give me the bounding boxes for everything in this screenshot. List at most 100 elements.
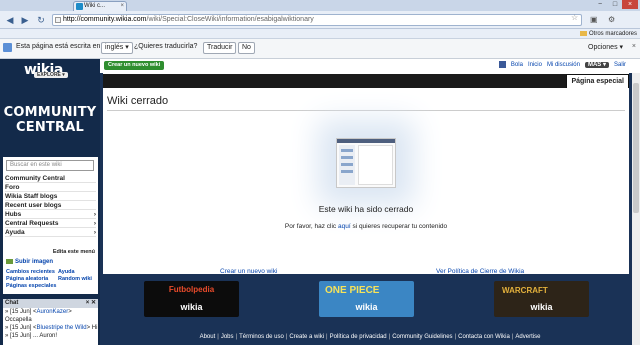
- page: wikia EXPLORE ▾ COMMUNITY CENTRAL Buscar…: [0, 59, 640, 345]
- translate-button[interactable]: Traducir: [203, 42, 237, 54]
- random-page-link[interactable]: Página aleatoria: [6, 276, 58, 283]
- help-link[interactable]: Ayuda: [58, 269, 94, 276]
- logout-link[interactable]: Salir: [614, 62, 626, 68]
- spotlight-one-piece[interactable]: ONE PIECE wikia: [319, 281, 414, 317]
- footer-separator: |: [235, 334, 238, 340]
- chat-controls-icon[interactable]: × ✕: [86, 299, 96, 308]
- footer-link-advertise[interactable]: Advertise: [515, 334, 540, 340]
- nav-label: Community Central: [5, 175, 65, 182]
- chat-line: » [15 Jun] <Bluestripe the Wild> Hi: [3, 324, 98, 332]
- footer-link-jobs[interactable]: Jobs: [221, 334, 234, 340]
- recent-changes-link[interactable]: Cambios recientes: [6, 269, 58, 276]
- chat-meta: » [15 Jun] <: [5, 325, 37, 331]
- wrench-icon[interactable]: ⚙: [608, 15, 615, 24]
- user-link-bola[interactable]: Bola: [511, 62, 523, 68]
- user-link-talk[interactable]: Mi discusión: [547, 62, 580, 68]
- special-pages-link[interactable]: Páginas especiales: [6, 283, 58, 290]
- chat-module: Chat × ✕ » [15 Jun] <AuronKazer> Occapel…: [3, 299, 98, 345]
- footer-separator: |: [454, 334, 457, 340]
- user-link-inicio[interactable]: Inicio: [528, 62, 542, 68]
- nav-label: Ayuda: [5, 229, 25, 236]
- random-wiki-link[interactable]: Random wiki: [58, 276, 94, 283]
- spotlight-brand: wikia: [180, 302, 203, 312]
- chat-user-link[interactable]: AuronKazer: [37, 309, 69, 315]
- chat-text: > Hi: [86, 325, 98, 331]
- back-arrow-icon[interactable]: ◀: [3, 14, 17, 26]
- spotlight-warcraft[interactable]: WARCRAFT wikia: [494, 281, 589, 317]
- chat-user-link[interactable]: Bluestripe the Wild: [37, 325, 87, 331]
- recover-text: Por favor, haz clic aquí si quieres recu…: [103, 223, 629, 230]
- other-bookmarks-label: Otros marcadores: [588, 31, 637, 37]
- image-icon: [6, 259, 13, 264]
- footer-link-contact[interactable]: Contacta con Wikia: [458, 334, 510, 340]
- wiki-spotlights: Futbolpedia wikia ONE PIECE wikia WARCRAFT…: [100, 274, 640, 329]
- nav-item-community-central[interactable]: Community Central: [5, 174, 96, 183]
- footer-links: About | Jobs | Términos de uso | Create a wiki…: [100, 329, 640, 345]
- page-menu-icon[interactable]: ▣: [590, 15, 598, 24]
- footer-link-guidelines[interactable]: Community Guidelines: [392, 334, 452, 340]
- footer-link-privacy[interactable]: Política de privacidad: [330, 334, 387, 340]
- user-links: Bola Inicio Mi discusión MÁS ▾ Salir: [494, 61, 626, 70]
- upload-image-link[interactable]: Subir imagen: [6, 259, 53, 265]
- create-wiki-button[interactable]: Crear un nuevo wiki: [104, 61, 165, 70]
- page-icon: [55, 17, 61, 23]
- explore-button[interactable]: EXPLORE ▾: [34, 72, 68, 78]
- browser-tab-bar: Wiki c... × − □ ×: [0, 0, 640, 11]
- wiki-sidebar: wikia EXPLORE ▾ COMMUNITY CENTRAL Buscar…: [0, 59, 100, 345]
- wiki-nav: Buscar en este wiki Community Central Fo…: [3, 157, 98, 294]
- recover-link[interactable]: aquí: [338, 223, 351, 230]
- special-page-tab: Página especial: [566, 74, 629, 88]
- translate-options[interactable]: Opciones ▾: [588, 43, 623, 51]
- bookmark-star-icon[interactable]: ☆: [571, 13, 578, 22]
- other-bookmarks[interactable]: Otros marcadores: [579, 30, 637, 38]
- spotlight-brand: wikia: [355, 302, 378, 312]
- facebook-icon[interactable]: [498, 61, 506, 68]
- nav-item-ayuda[interactable]: Ayuda ›: [5, 228, 96, 237]
- recover-prefix: Por favor, haz clic: [284, 223, 338, 230]
- footer-separator: |: [217, 334, 219, 340]
- forward-arrow-icon[interactable]: ▶: [18, 14, 32, 26]
- nav-item-user-blogs[interactable]: Recent user blogs: [5, 201, 96, 210]
- chat-line: » [15 Jun] <AuronKazer>: [3, 308, 98, 316]
- reload-icon[interactable]: ↻: [34, 14, 48, 26]
- wikia-top-bar: Crear un nuevo wiki Bola Inicio Mi discusi…: [100, 59, 640, 73]
- wiki-title[interactable]: COMMUNITY CENTRAL: [2, 105, 98, 135]
- minimize-icon[interactable]: −: [592, 0, 608, 9]
- url-host: http://community.wikia.com: [63, 16, 147, 23]
- close-window-icon[interactable]: ×: [622, 0, 638, 9]
- close-translate-icon[interactable]: ×: [632, 43, 636, 50]
- spotlight-title: Futbolpedia: [168, 285, 215, 294]
- scrollbar-thumb[interactable]: [633, 83, 639, 213]
- no-translate-button[interactable]: No: [238, 42, 255, 54]
- footer-link-about[interactable]: About: [200, 334, 216, 340]
- wiki-search-input[interactable]: Buscar en este wiki: [6, 160, 94, 171]
- footer-link-terms[interactable]: Términos de uso: [239, 334, 284, 340]
- closed-message: Este wiki ha sido cerrado: [318, 204, 414, 214]
- chat-line: Occapella: [3, 316, 98, 324]
- spotlight-title: ONE PIECE: [325, 285, 380, 296]
- footer-link-create[interactable]: Create a wiki: [289, 334, 324, 340]
- upload-label: Subir imagen: [15, 259, 54, 266]
- translate-question: ¿Quieres traducirla?: [134, 43, 198, 50]
- spotlight-futbolpedia[interactable]: Futbolpedia wikia: [144, 281, 239, 317]
- chevron-right-icon: ›: [93, 211, 96, 218]
- nav-item-staff-blogs[interactable]: Wikia Staff blogs: [5, 192, 96, 201]
- tab-close-icon[interactable]: ×: [120, 2, 124, 11]
- page-header-bar: [103, 74, 629, 88]
- nav-item-hubs[interactable]: Hubs ›: [5, 210, 96, 219]
- nav-item-central-requests[interactable]: Central Requests ›: [5, 219, 96, 228]
- scrollbar[interactable]: [632, 73, 640, 345]
- chat-title: Chat: [5, 300, 19, 306]
- nav-item-foro[interactable]: Foro: [5, 183, 96, 192]
- chat-line: » [15 Jun] ... Auron!: [3, 332, 98, 340]
- illustration-body: [358, 145, 393, 185]
- browser-tab[interactable]: Wiki c... ×: [73, 1, 127, 11]
- maximize-icon[interactable]: □: [607, 0, 623, 9]
- edit-menu-link[interactable]: Edita este menú: [53, 249, 95, 255]
- nav-label: Central Requests: [5, 220, 59, 227]
- chat-text: » [15 Jun] ... Auron!: [5, 333, 58, 339]
- more-button[interactable]: MÁS ▾: [584, 62, 609, 69]
- language-select[interactable]: inglés ▾: [101, 42, 133, 54]
- address-bar[interactable]: http://community.wikia.com/wiki/Special:…: [52, 14, 582, 26]
- translate-icon: [3, 43, 12, 52]
